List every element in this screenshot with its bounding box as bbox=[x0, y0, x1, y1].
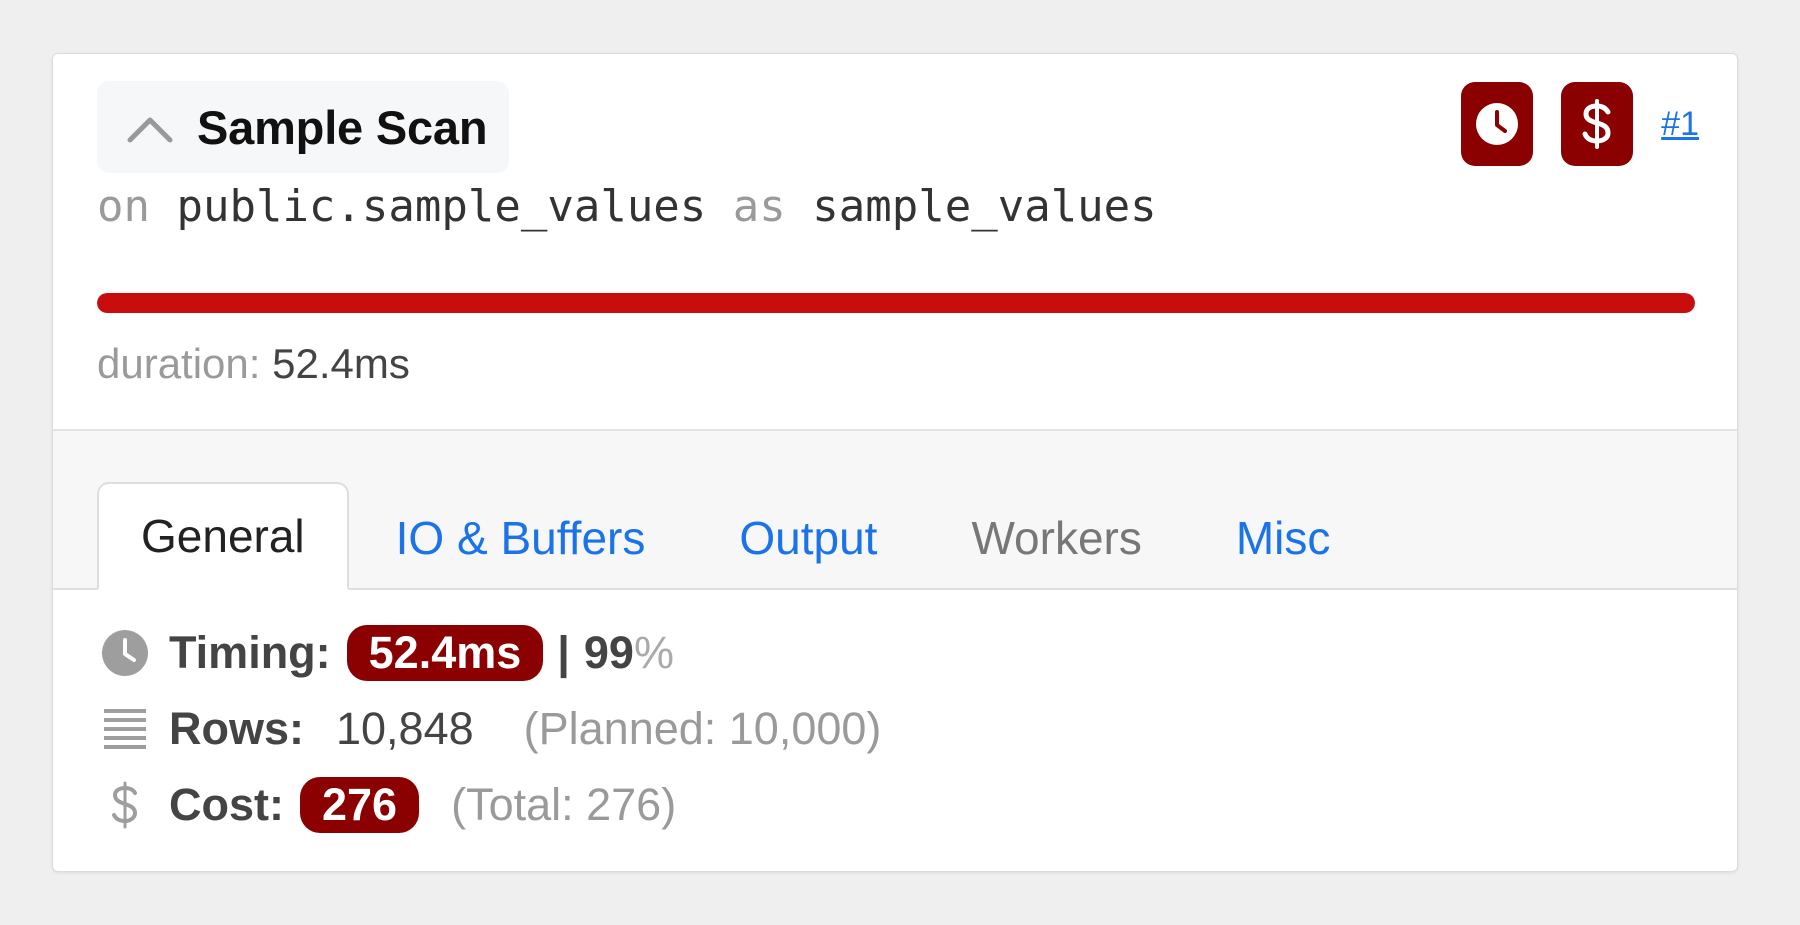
dollar-icon bbox=[1582, 99, 1611, 149]
timing-value-badge: 52.4ms bbox=[346, 625, 544, 681]
timing-row: Timing: 52.4ms | 99% bbox=[97, 615, 1693, 691]
node-title: Sample Scan bbox=[197, 100, 488, 154]
tab-general[interactable]: General bbox=[97, 482, 349, 590]
node-number-link[interactable]: #1 bbox=[1661, 105, 1699, 144]
timing-badge bbox=[1461, 82, 1534, 166]
duration-value: 52.4ms bbox=[272, 340, 410, 387]
timing-percent: 99 bbox=[583, 627, 634, 678]
duration-label: duration: bbox=[97, 340, 261, 387]
tab-workers: Workers bbox=[971, 512, 1142, 564]
list-icon bbox=[97, 706, 153, 752]
tabs-area: General IO & Buffers Output Workers Misc bbox=[53, 431, 1737, 590]
cost-total: (Total: 276) bbox=[451, 779, 677, 830]
rows-value: 10,848 bbox=[336, 703, 474, 754]
dollar-icon bbox=[97, 780, 153, 830]
relation-name: public.sample_values bbox=[176, 181, 707, 232]
tab-misc[interactable]: Misc bbox=[1189, 486, 1378, 590]
timing-label: Timing: bbox=[169, 627, 331, 678]
cost-badge bbox=[1561, 82, 1634, 166]
node-header: Sample Scan #1 on public.sample_values a… bbox=[53, 54, 1737, 431]
clock-icon bbox=[1476, 103, 1519, 145]
tab-io-buffers[interactable]: IO & Buffers bbox=[349, 486, 693, 590]
tab-output[interactable]: Output bbox=[692, 486, 924, 590]
node-badges: #1 bbox=[1461, 82, 1699, 166]
timing-percent-symbol: % bbox=[633, 627, 674, 678]
clock-icon bbox=[97, 628, 153, 678]
plan-node-card: Sample Scan #1 on public.sample_values a… bbox=[52, 53, 1738, 872]
cost-label: Cost: bbox=[169, 779, 284, 830]
collapse-toggle-button[interactable]: Sample Scan bbox=[97, 81, 510, 173]
relation-alias: sample_values bbox=[812, 181, 1157, 232]
rows-label: Rows: bbox=[169, 703, 304, 754]
tab-bar: General IO & Buffers Output Workers Misc bbox=[97, 482, 1377, 590]
duration-progress-bar bbox=[97, 293, 1695, 313]
rows-planned: (Planned: 10,000) bbox=[523, 703, 882, 754]
relation-info: on public.sample_values as sample_values bbox=[97, 181, 1157, 232]
chevron-up-icon bbox=[127, 117, 173, 143]
progress-fill bbox=[97, 293, 1695, 313]
general-tab-content: Timing: 52.4ms | 99% Rows: 10,848 (Plann… bbox=[53, 590, 1737, 843]
rows-row: Rows: 10,848 (Planned: 10,000) bbox=[97, 691, 1693, 767]
cost-value-badge: 276 bbox=[299, 777, 420, 833]
on-keyword: on bbox=[97, 181, 150, 232]
timing-separator: | bbox=[557, 627, 570, 678]
cost-row: Cost: 276 (Total: 276) bbox=[97, 767, 1693, 843]
duration-line: duration: 52.4ms bbox=[97, 340, 410, 388]
as-keyword: as bbox=[732, 181, 786, 232]
